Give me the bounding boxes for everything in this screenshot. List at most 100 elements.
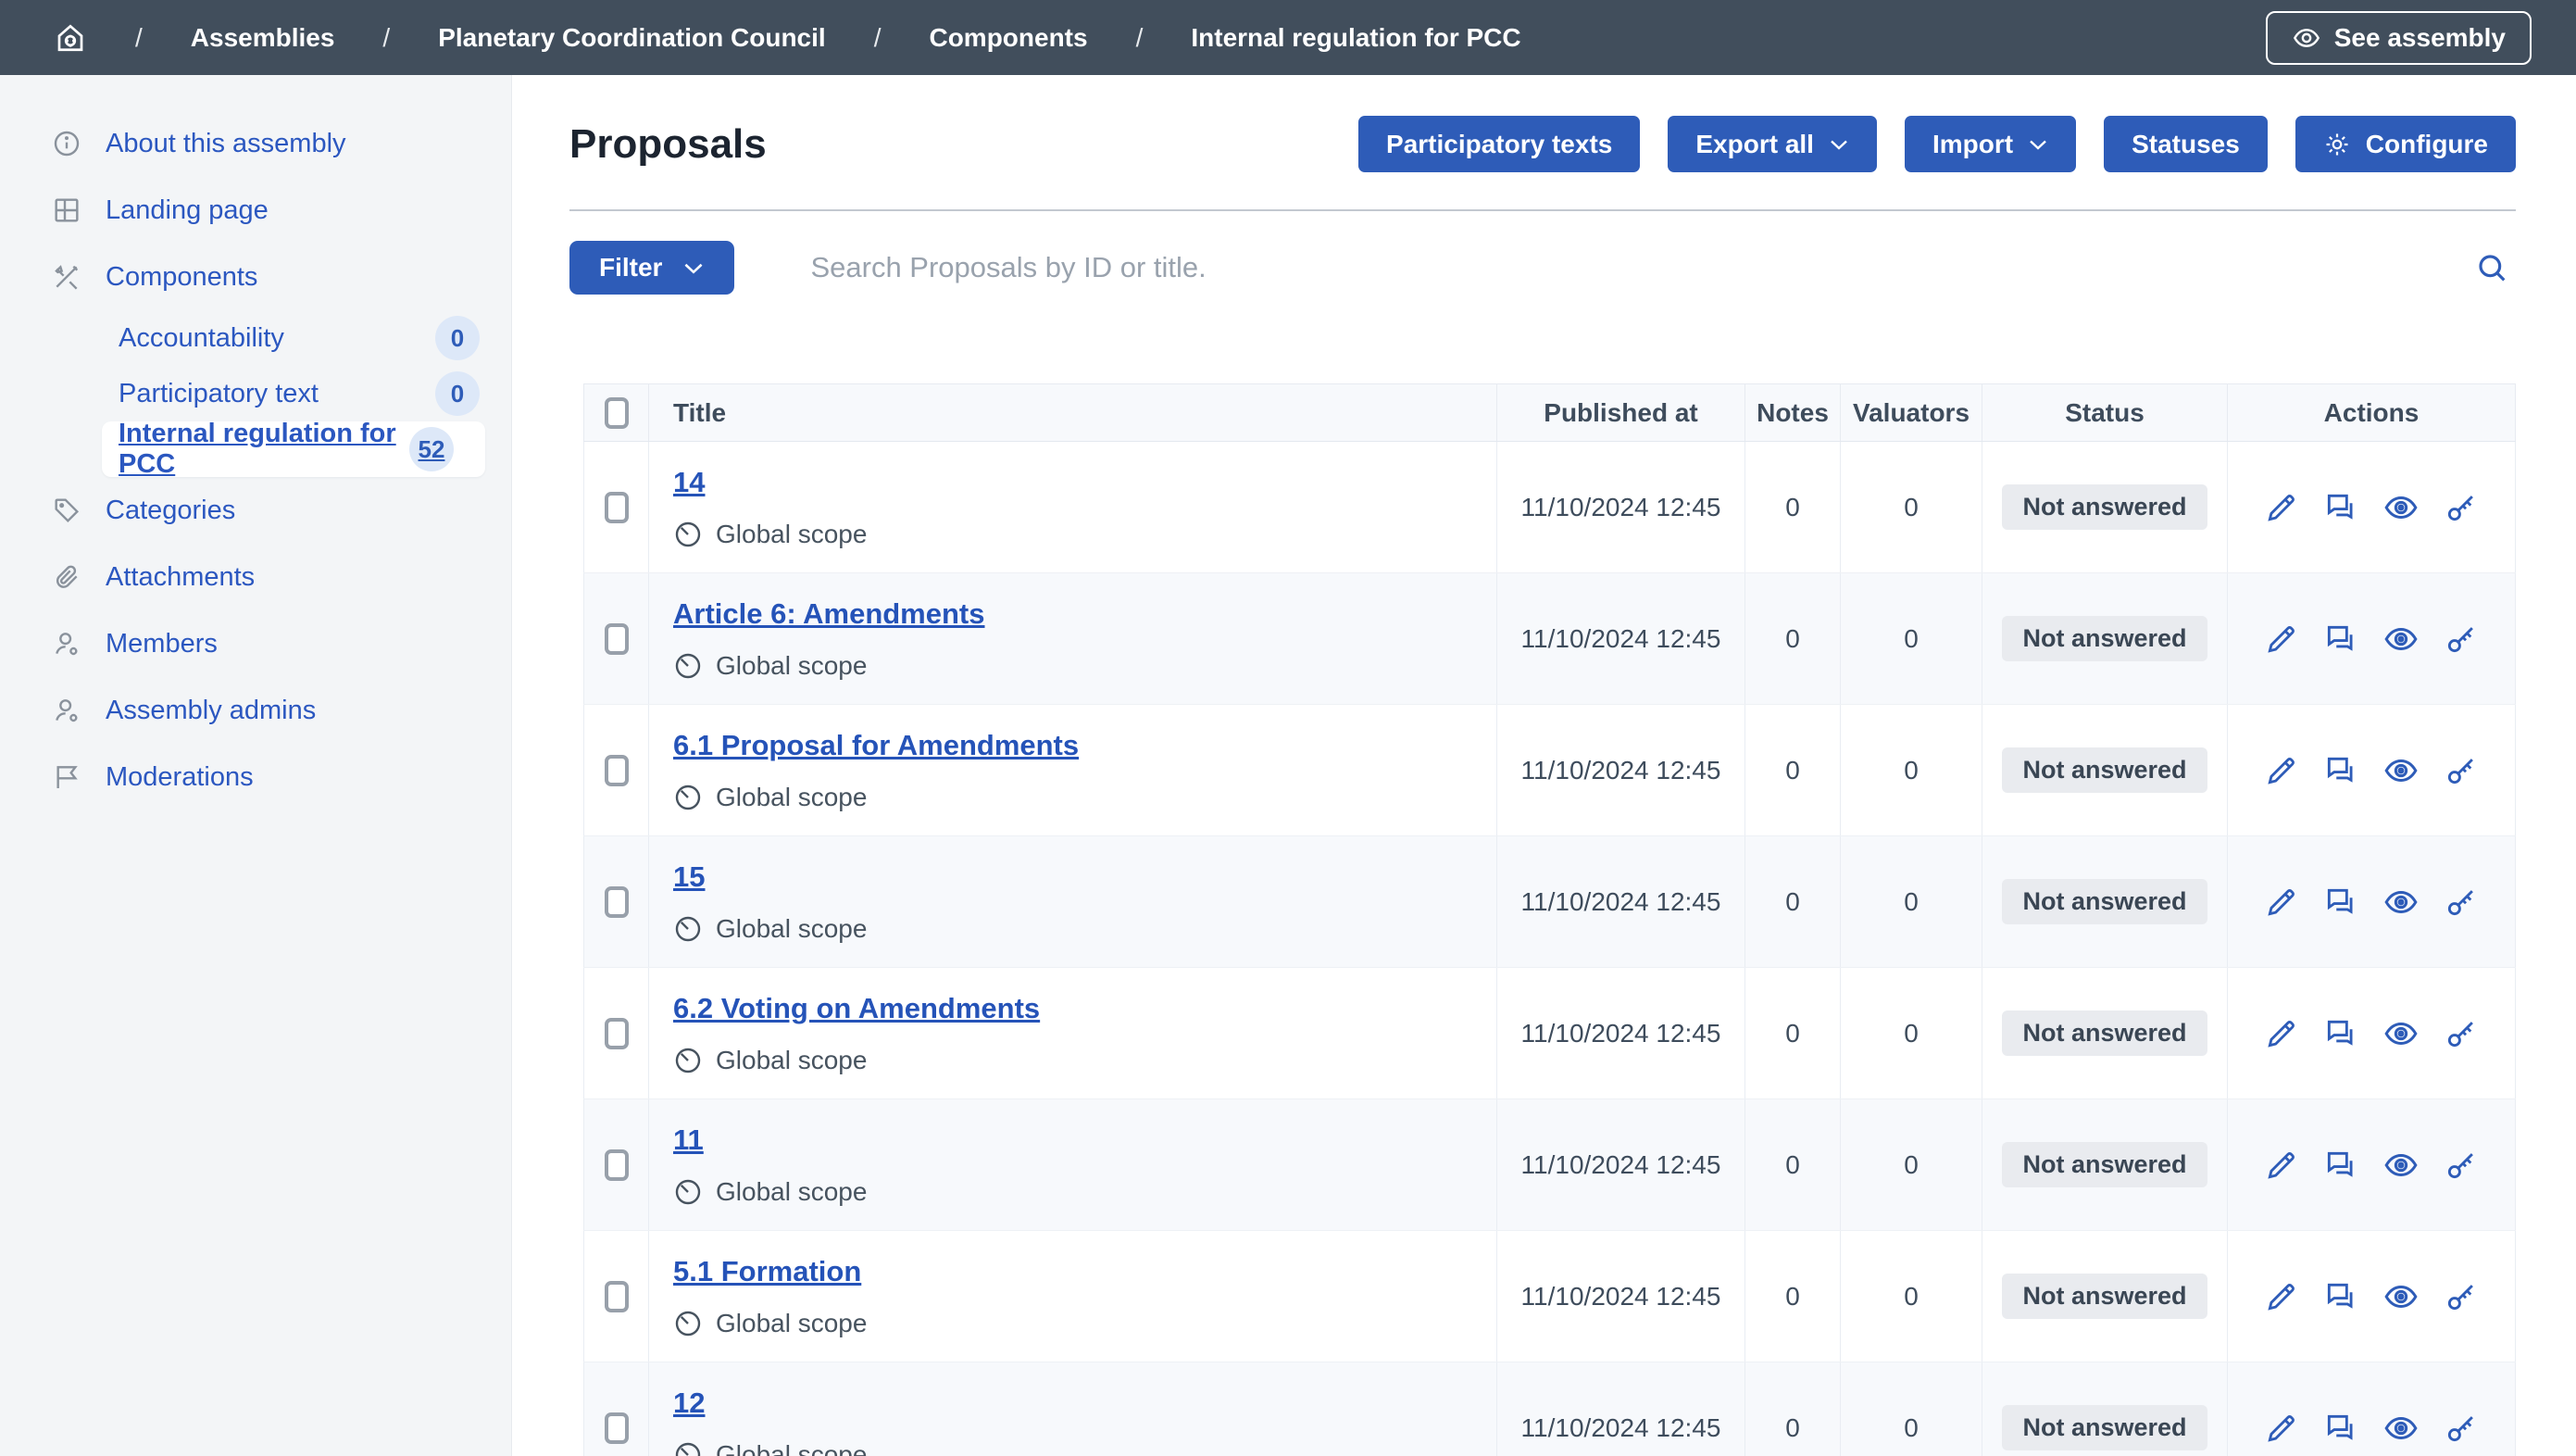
search-icon[interactable]: [2468, 249, 2516, 286]
tag-icon: [52, 496, 81, 525]
row-checkbox[interactable]: [605, 755, 629, 786]
proposal-title-link[interactable]: 11: [673, 1123, 704, 1156]
top-navbar: / Assemblies / Planetary Coordination Co…: [0, 0, 2576, 75]
chevron-down-icon: [2028, 138, 2048, 151]
edit-pencil-icon[interactable]: [2264, 1016, 2299, 1051]
row-checkbox[interactable]: [605, 1281, 629, 1312]
eye-icon: [2292, 23, 2321, 53]
export-all-label: Export all: [1695, 130, 1814, 159]
answer-chat-icon[interactable]: [2323, 885, 2358, 920]
row-checkbox[interactable]: [605, 623, 629, 655]
proposal-title-link[interactable]: Article 6: Amendments: [673, 597, 985, 630]
row-checkbox[interactable]: [605, 1149, 629, 1181]
permissions-key-icon[interactable]: [2444, 1411, 2479, 1446]
filter-button[interactable]: Filter: [569, 241, 734, 295]
select-all-checkbox[interactable]: [605, 397, 629, 429]
preview-eye-icon[interactable]: [2382, 1147, 2420, 1184]
answer-chat-icon[interactable]: [2323, 1411, 2358, 1446]
breadcrumb-assembly-name[interactable]: Planetary Coordination Council: [438, 23, 825, 53]
flag-icon: [52, 762, 81, 792]
breadcrumb-current-component[interactable]: Internal regulation for PCC: [1191, 23, 1520, 53]
sidebar-item-members[interactable]: Members: [0, 610, 511, 677]
chevron-down-icon: [682, 261, 705, 275]
preview-eye-icon[interactable]: [2382, 1278, 2420, 1315]
table-header-row: Title Published at Notes Valuators Statu…: [584, 384, 2516, 442]
sidebar-item-landing-page[interactable]: Landing page: [0, 177, 511, 244]
sidebar-item-components[interactable]: Components: [0, 244, 511, 310]
edit-pencil-icon[interactable]: [2264, 885, 2299, 920]
sidebar-subitem-accountability[interactable]: Accountability 0: [0, 310, 511, 366]
preview-eye-icon[interactable]: [2382, 621, 2420, 658]
row-checkbox[interactable]: [605, 886, 629, 918]
preview-eye-icon[interactable]: [2382, 884, 2420, 921]
sidebar-item-assembly-admins[interactable]: Assembly admins: [0, 677, 511, 744]
proposal-title-link[interactable]: 15: [673, 860, 705, 893]
edit-pencil-icon[interactable]: [2264, 1148, 2299, 1183]
breadcrumb-components[interactable]: Components: [929, 23, 1087, 53]
search-input[interactable]: [810, 251, 2468, 284]
table-row: 5.1 Formation Global scope 11/10/2024 12…: [584, 1231, 2516, 1362]
column-header-notes: Notes: [1745, 384, 1841, 442]
answer-chat-icon[interactable]: [2323, 1279, 2358, 1314]
proposal-title-link[interactable]: 6.1 Proposal for Amendments: [673, 729, 1079, 761]
answer-chat-icon[interactable]: [2323, 490, 2358, 525]
sidebar-item-label: About this assembly: [106, 129, 346, 159]
import-button[interactable]: Import: [1905, 116, 2076, 172]
breadcrumb-separator: /: [874, 23, 882, 53]
preview-eye-icon[interactable]: [2382, 1410, 2420, 1447]
permissions-key-icon[interactable]: [2444, 885, 2479, 920]
edit-pencil-icon[interactable]: [2264, 753, 2299, 788]
proposal-title-link[interactable]: 14: [673, 466, 705, 498]
global-scope-icon: [673, 1046, 703, 1075]
configure-button[interactable]: Configure: [2295, 116, 2516, 172]
sidebar-item-label: Assembly admins: [106, 696, 316, 726]
preview-eye-icon[interactable]: [2382, 489, 2420, 526]
sidebar-item-categories[interactable]: Categories: [0, 477, 511, 544]
answer-chat-icon[interactable]: [2323, 753, 2358, 788]
count-badge: 0: [435, 316, 480, 360]
published-at-cell: 11/10/2024 12:45: [1497, 1362, 1745, 1456]
info-icon: [52, 129, 81, 158]
edit-pencil-icon[interactable]: [2264, 490, 2299, 525]
proposal-title-link[interactable]: 5.1 Formation: [673, 1255, 861, 1287]
edit-pencil-icon[interactable]: [2264, 1279, 2299, 1314]
published-at-cell: 11/10/2024 12:45: [1497, 573, 1745, 705]
breadcrumb-assemblies[interactable]: Assemblies: [191, 23, 335, 53]
sidebar-item-moderations[interactable]: Moderations: [0, 744, 511, 810]
preview-eye-icon[interactable]: [2382, 752, 2420, 789]
permissions-key-icon[interactable]: [2444, 1279, 2479, 1314]
notes-count: 0: [1745, 705, 1841, 836]
home-icon[interactable]: [54, 21, 87, 55]
sidebar-item-label: Moderations: [106, 762, 254, 793]
sidebar-item-label: Categories: [106, 496, 235, 526]
permissions-key-icon[interactable]: [2444, 1016, 2479, 1051]
sidebar-subitem-internal-regulation-selected[interactable]: Internal regulation for PCC 52: [102, 421, 485, 477]
status-badge: Not answered: [2002, 747, 2207, 793]
proposal-title-link[interactable]: 6.2 Voting on Amendments: [673, 992, 1040, 1024]
proposal-title-link[interactable]: 12: [673, 1387, 705, 1419]
participatory-texts-button[interactable]: Participatory texts: [1358, 116, 1640, 172]
permissions-key-icon[interactable]: [2444, 753, 2479, 788]
row-checkbox[interactable]: [605, 1018, 629, 1049]
permissions-key-icon[interactable]: [2444, 490, 2479, 525]
row-checkbox[interactable]: [605, 492, 629, 523]
sidebar-item-attachments[interactable]: Attachments: [0, 544, 511, 610]
export-all-button[interactable]: Export all: [1668, 116, 1877, 172]
see-assembly-button[interactable]: See assembly: [2266, 11, 2532, 65]
statuses-button[interactable]: Statuses: [2104, 116, 2268, 172]
answer-chat-icon[interactable]: [2323, 621, 2358, 657]
preview-eye-icon[interactable]: [2382, 1015, 2420, 1052]
edit-pencil-icon[interactable]: [2264, 1411, 2299, 1446]
permissions-key-icon[interactable]: [2444, 1148, 2479, 1183]
sidebar-item-about[interactable]: About this assembly: [0, 110, 511, 177]
row-checkbox[interactable]: [605, 1412, 629, 1444]
status-badge: Not answered: [2002, 616, 2207, 661]
notes-count: 0: [1745, 968, 1841, 1099]
edit-pencil-icon[interactable]: [2264, 621, 2299, 657]
sidebar-item-label: Members: [106, 629, 218, 659]
valuators-count: 0: [1841, 1099, 1982, 1231]
answer-chat-icon[interactable]: [2323, 1016, 2358, 1051]
permissions-key-icon[interactable]: [2444, 621, 2479, 657]
sidebar-subitem-participatory-text[interactable]: Participatory text 0: [0, 366, 511, 421]
answer-chat-icon[interactable]: [2323, 1148, 2358, 1183]
